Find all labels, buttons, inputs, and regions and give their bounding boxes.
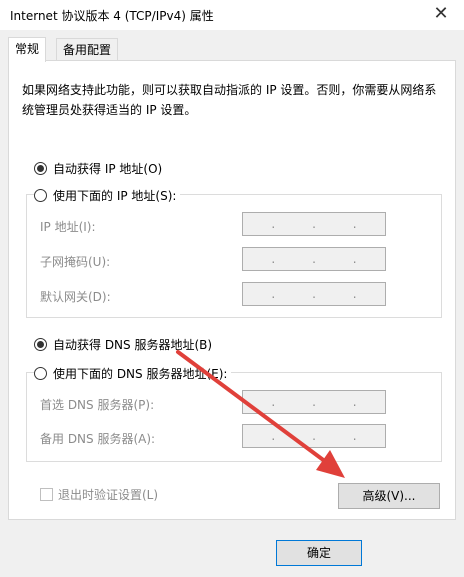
radio-manual-dns-label: 使用下面的 DNS 服务器地址(E): <box>53 367 228 381</box>
title-bar: Internet 协议版本 4 (TCP/IPv4) 属性 ✕ <box>0 0 464 30</box>
ip-dot: . <box>312 395 316 409</box>
radio-manual-ip[interactable]: 使用下面的 IP 地址(S): <box>34 187 181 204</box>
ip-dot: . <box>312 252 316 266</box>
radio-manual-dns-indicator[interactable] <box>34 367 47 380</box>
ip-dot: . <box>312 217 316 231</box>
ip-dot: . <box>352 395 357 409</box>
validate-settings-checkbox[interactable] <box>40 488 53 501</box>
radio-auto-dns-indicator[interactable] <box>34 338 47 351</box>
tab-general-label: 常规 <box>15 42 40 56</box>
ip-dot: . <box>271 429 276 443</box>
radio-manual-ip-indicator[interactable] <box>34 189 47 202</box>
ip-dot: . <box>352 287 357 301</box>
ip-dot: . <box>352 217 357 231</box>
radio-auto-ip[interactable]: 自动获得 IP 地址(O) <box>34 160 167 177</box>
ip-dot: . <box>271 287 276 301</box>
ip-dot: . <box>271 217 276 231</box>
default-gateway-input[interactable]: ... <box>242 282 386 306</box>
radio-auto-dns-label: 自动获得 DNS 服务器地址(B) <box>53 338 213 352</box>
preferred-dns-label: 首选 DNS 服务器(P): <box>40 398 155 412</box>
radio-manual-dns[interactable]: 使用下面的 DNS 服务器地址(E): <box>34 365 232 382</box>
radio-auto-ip-label: 自动获得 IP 地址(O) <box>53 162 163 176</box>
subnet-mask-label: 子网掩码(U): <box>40 255 111 269</box>
radio-manual-ip-label: 使用下面的 IP 地址(S): <box>53 189 177 203</box>
tab-alternate-config-label: 备用配置 <box>63 43 112 57</box>
ip-dot: . <box>312 429 316 443</box>
radio-auto-ip-indicator[interactable] <box>34 162 47 175</box>
ip-dot: . <box>271 395 276 409</box>
validate-settings-label: 退出时验证设置(L) <box>58 488 159 502</box>
alternate-dns-input[interactable]: ... <box>242 424 386 448</box>
ip-dot: . <box>271 252 276 266</box>
subnet-mask-input[interactable]: ... <box>242 247 386 271</box>
tab-general[interactable]: 常规 <box>8 37 47 62</box>
close-button[interactable]: ✕ <box>426 2 456 28</box>
ip-dot: . <box>352 252 357 266</box>
ip-dot: . <box>352 429 357 443</box>
dns-group-box <box>26 372 442 462</box>
ip-address-label: IP 地址(I): <box>40 220 96 234</box>
default-gateway-label: 默认网关(D): <box>40 290 111 304</box>
tab-alternate-config[interactable]: 备用配置 <box>56 38 119 61</box>
radio-auto-dns[interactable]: 自动获得 DNS 服务器地址(B) <box>34 336 217 353</box>
ok-button[interactable]: 确定 <box>276 540 362 566</box>
ip-address-input[interactable]: ... <box>242 212 386 236</box>
close-icon: ✕ <box>433 3 449 24</box>
alternate-dns-label: 备用 DNS 服务器(A): <box>40 432 156 446</box>
advanced-button[interactable]: 高级(V)... <box>338 483 440 509</box>
description-text: 如果网络支持此功能，则可以获取自动指派的 IP 设置。否则，你需要从网络系统管理… <box>22 83 437 117</box>
preferred-dns-input[interactable]: ... <box>242 390 386 414</box>
ip-dot: . <box>312 287 316 301</box>
validate-settings-row[interactable]: 退出时验证设置(L) <box>40 486 158 503</box>
window-title: Internet 协议版本 4 (TCP/IPv4) 属性 <box>10 9 214 23</box>
